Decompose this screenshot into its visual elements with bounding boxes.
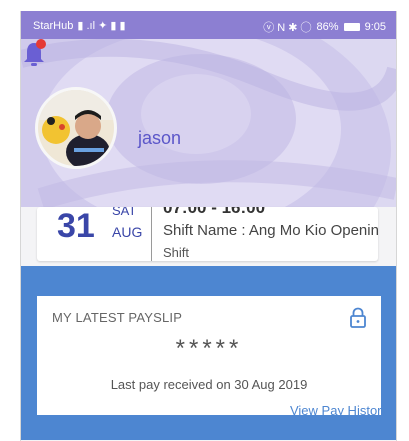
shift-name-continued: Shift	[163, 245, 190, 260]
status-icons: ⓥ N ✱ ◯	[263, 22, 312, 34]
avatar[interactable]	[35, 87, 117, 169]
shift-name: Shift Name : Ang Mo Kio Opening	[163, 222, 378, 239]
shift-divider	[151, 207, 152, 261]
username-label[interactable]: jason	[138, 128, 181, 149]
lock-icon[interactable]	[349, 307, 367, 329]
payslip-amount-masked: *****	[175, 335, 243, 362]
avatar-photo-icon	[38, 90, 114, 166]
shift-weekday: SAT	[112, 207, 137, 218]
payslip-title: MY LATEST PAYSLIP	[52, 310, 183, 325]
signal-icon: ▮ .ıl ✦ ▮ ▮	[77, 20, 126, 32]
payslip-card[interactable]: MY LATEST PAYSLIP ***** Last pay receive…	[37, 296, 388, 418]
payslip-highlight: MY LATEST PAYSLIP ***** Last pay receive…	[21, 266, 396, 440]
notification-bell-icon[interactable]	[21, 39, 47, 69]
app-screen: StarHub ▮ .ıl ✦ ▮ ▮ ⓥ N ✱ ◯ 86% 9:05 jas…	[20, 11, 397, 441]
carrier-label: StarHub	[33, 19, 74, 32]
shift-month: AUG	[112, 224, 143, 240]
status-bar: StarHub ▮ .ıl ✦ ▮ ▮ ⓥ N ✱ ◯ 86% 9:05	[21, 11, 396, 39]
last-pay-text: Last pay received on 30 Aug 2019	[110, 377, 308, 392]
clock: 9:05	[364, 21, 386, 33]
view-pay-history-link[interactable]: View Pay History	[290, 403, 388, 418]
shift-time: 07:00 - 16:00	[163, 207, 266, 217]
upcoming-shift-card[interactable]: 31 SAT AUG 07:00 - 16:00 Shift Name : An…	[37, 207, 378, 261]
shift-day: 31	[57, 207, 95, 245]
battery-percent: 86%	[316, 21, 339, 33]
status-right: ⓥ N ✱ ◯ 86% 9:05	[263, 19, 386, 35]
profile-header: jason	[21, 39, 396, 207]
status-left: StarHub ▮ .ıl ✦ ▮ ▮	[33, 19, 126, 33]
battery-icon	[343, 23, 360, 31]
